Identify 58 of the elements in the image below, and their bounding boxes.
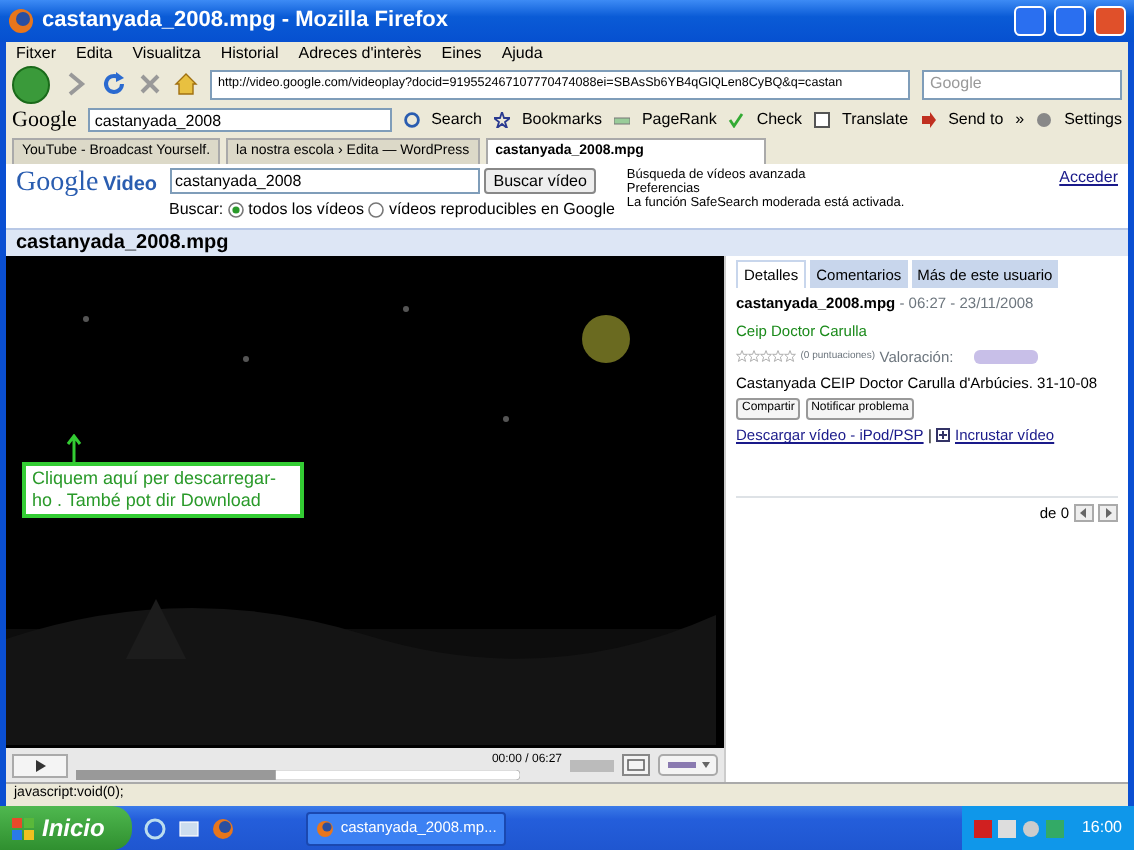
menu-button[interactable] [658, 754, 718, 776]
play-button[interactable] [12, 753, 68, 777]
menu-item[interactable]: Edita [76, 41, 113, 65]
google-logo: Google [16, 168, 99, 200]
menu-item[interactable]: Eines [441, 41, 482, 65]
pagerank-icon [613, 111, 630, 127]
check-icon [728, 111, 745, 127]
more-button[interactable]: » [1015, 107, 1025, 131]
back-button[interactable] [12, 65, 50, 103]
fullscreen-button[interactable] [622, 754, 650, 776]
firefox-icon [316, 819, 335, 837]
next-button[interactable] [1098, 503, 1118, 522]
search-icon [403, 111, 420, 127]
bookmarks-button[interactable]: Bookmarks [521, 107, 602, 131]
minimize-button[interactable] [1014, 6, 1046, 36]
bookmarks-icon [493, 111, 510, 127]
callout-note: Cliquem aquí per descarregar-ho . També pot dir Download [22, 462, 304, 518]
menu-item[interactable]: Adreces d'interès [298, 41, 422, 65]
home-icon[interactable] [174, 72, 198, 96]
desktop-icon[interactable] [178, 817, 201, 839]
send-to-button[interactable]: Send to [948, 107, 1004, 131]
arrow-icon [66, 434, 82, 462]
radio-label[interactable]: vídeos reproducibles en Google [388, 198, 615, 223]
radio-button[interactable] [227, 202, 244, 219]
windows-icon [12, 817, 34, 839]
menu-item[interactable]: Fitxer [16, 41, 56, 65]
radio-label[interactable]: todos los vídeos [248, 198, 364, 223]
reload-icon[interactable] [102, 72, 126, 96]
menu-item[interactable]: Visualitza [132, 41, 201, 65]
product-name: Video [102, 172, 158, 200]
firefox-icon[interactable] [212, 817, 235, 839]
send-to-icon [920, 111, 937, 127]
check-button[interactable]: Check [756, 107, 802, 131]
settings-icon [1036, 111, 1053, 127]
sign-in-link[interactable]: Acceder [1059, 168, 1118, 188]
plus-icon [936, 428, 951, 443]
close-button[interactable] [1094, 6, 1126, 36]
video-search-field[interactable]: castanyada_2008 [169, 168, 480, 194]
maximize-button[interactable] [1054, 6, 1086, 36]
browser-icon[interactable] [144, 817, 167, 839]
firefox-icon [8, 8, 34, 34]
volume-slider[interactable] [570, 759, 614, 771]
search-button[interactable]: Search [431, 107, 482, 131]
search-video-button[interactable]: Buscar vídeo [483, 168, 597, 194]
translate-button[interactable]: Translate [842, 107, 909, 131]
toolbar-logo: Google [12, 105, 77, 135]
stop-icon[interactable] [138, 72, 162, 96]
settings-button[interactable]: Settings [1064, 107, 1122, 131]
menu-item[interactable]: Historial [220, 41, 279, 65]
menu-item[interactable]: Ajuda [501, 41, 543, 65]
radio-button[interactable] [368, 202, 385, 219]
video-title: castanyada_2008.mpg [6, 228, 1128, 256]
scope-label: Buscar: [169, 198, 224, 223]
previous-button[interactable] [1073, 503, 1094, 522]
window-title: castanyada_2008.mpg - Mozilla Firefox [42, 6, 450, 37]
pagerank-button[interactable]: PageRank [641, 107, 717, 131]
clock: 16:00 [1081, 816, 1122, 840]
toolbar-search-field[interactable]: castanyada_2008 [88, 107, 392, 131]
